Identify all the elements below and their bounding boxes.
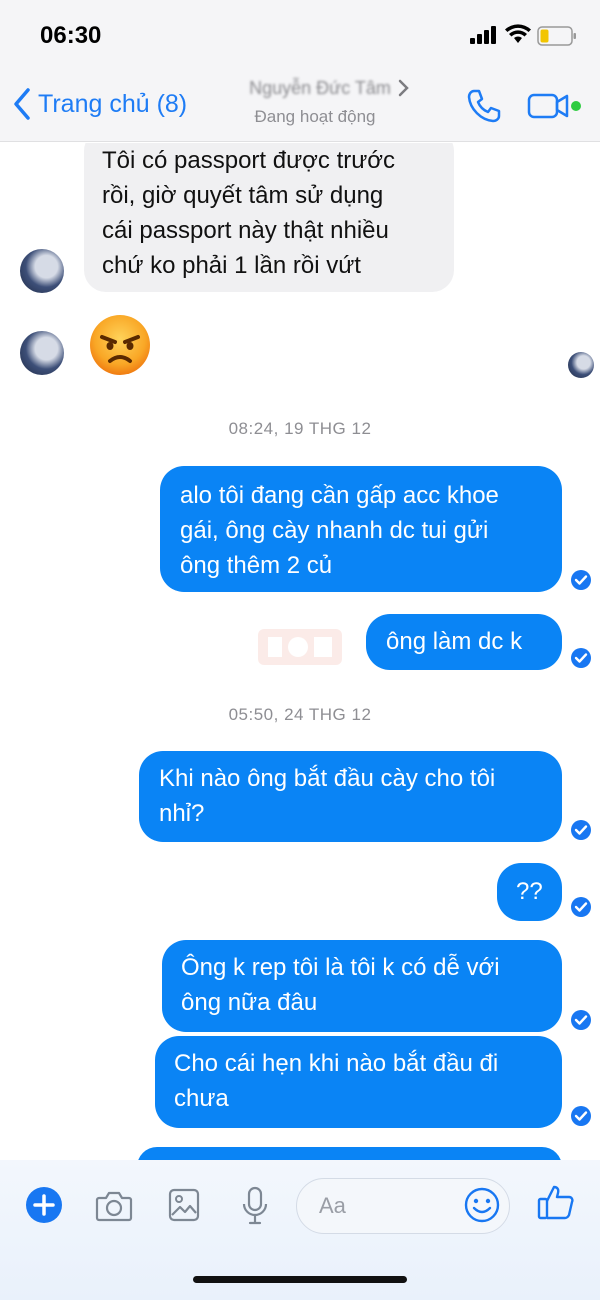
timestamp: 05:50, 24 THG 12 [228,705,372,724]
battery-icon [537,26,576,46]
seen-check-icon [571,897,591,917]
message-line: ông nữa đâu [181,989,318,1016]
emoji-icon[interactable] [463,1186,501,1224]
message-line: rồi, giờ quyết tâm sử dụng [102,182,384,209]
contact-info-button[interactable]: Nguyễn Đức Tâm [220,78,420,99]
contact-avatar[interactable] [20,249,64,293]
message-line: ông thêm 2 củ [180,552,333,579]
plus-icon[interactable] [25,1186,63,1224]
contact-status: Đang hoạt động [254,107,376,126]
message-line: gái, ông cày nhanh dc tui gửi [180,517,489,544]
outgoing-message[interactable] [137,1147,562,1160]
message-line: Ông k rep tôi là tôi k có dễ với [181,954,500,981]
chevron-right-icon [398,79,409,97]
timestamp: 08:24, 19 THG 12 [228,419,372,438]
seen-check-icon [571,1106,591,1126]
status-bar: 06:30 [0,0,600,70]
message-line: alo tôi đang cần gấp acc khoe [180,482,499,509]
phone-icon[interactable] [466,88,502,124]
seen-check-icon [571,1010,591,1030]
wifi-icon [505,24,531,43]
outgoing-message[interactable]: ?? [497,863,562,921]
outgoing-message[interactable]: Ông k rep tôi là tôi k có dễ với ông nữa… [162,940,562,1032]
incoming-message[interactable]: Tôi có passport được trước rồi, giờ quyế… [84,143,454,292]
message-line: Tôi có passport được trước [102,147,396,174]
mic-icon[interactable] [240,1186,270,1226]
watermark-logo [258,629,342,665]
conversation-header: Trang chủ (8) Nguyễn Đức Tâm Đang hoạt đ… [0,70,600,142]
photo-icon[interactable] [168,1188,200,1222]
signal-icon [470,26,496,44]
message-line: Khi nào ông bắt đầu cày cho tôi [159,765,496,792]
outgoing-message[interactable]: Cho cái hẹn khi nào bắt đầu đi chưa [155,1036,562,1128]
seen-check-icon [571,570,591,590]
seen-check-icon [571,648,591,668]
read-receipt-avatar [568,352,594,378]
angry-face-emoji[interactable] [88,313,152,377]
message-line: ?? [516,878,543,905]
outgoing-message[interactable]: ông làm dc k [366,614,562,670]
message-line: ông làm dc k [386,628,523,655]
video-icon[interactable] [527,92,583,120]
message-line: chưa [174,1085,229,1112]
message-line: Cho cái hẹn khi nào bắt đầu đi [174,1050,499,1077]
seen-check-icon [571,820,591,840]
message-line: nhỉ? [159,800,205,827]
contact-name: Nguyễn Đức Tâm [249,78,391,98]
message-thread[interactable]: Tôi có passport được trước rồi, giờ quyế… [0,143,600,1160]
contact-avatar[interactable] [20,331,64,375]
home-indicator[interactable] [193,1276,407,1283]
message-line: cái passport này thật nhiều [102,217,389,244]
status-time: 06:30 [40,22,102,49]
back-chevron-icon [14,88,30,120]
like-icon[interactable] [537,1183,575,1221]
outgoing-message[interactable]: alo tôi đang cần gấp acc khoe gái, ông c… [160,466,562,592]
camera-icon[interactable] [95,1190,133,1222]
back-button[interactable]: Trang chủ (8) [12,84,187,124]
back-label: Trang chủ (8) [38,89,188,118]
message-line: chứ ko phải 1 lần rồi vứt [102,252,361,279]
outgoing-message[interactable]: Khi nào ông bắt đầu cày cho tôi nhỉ? [139,751,562,842]
